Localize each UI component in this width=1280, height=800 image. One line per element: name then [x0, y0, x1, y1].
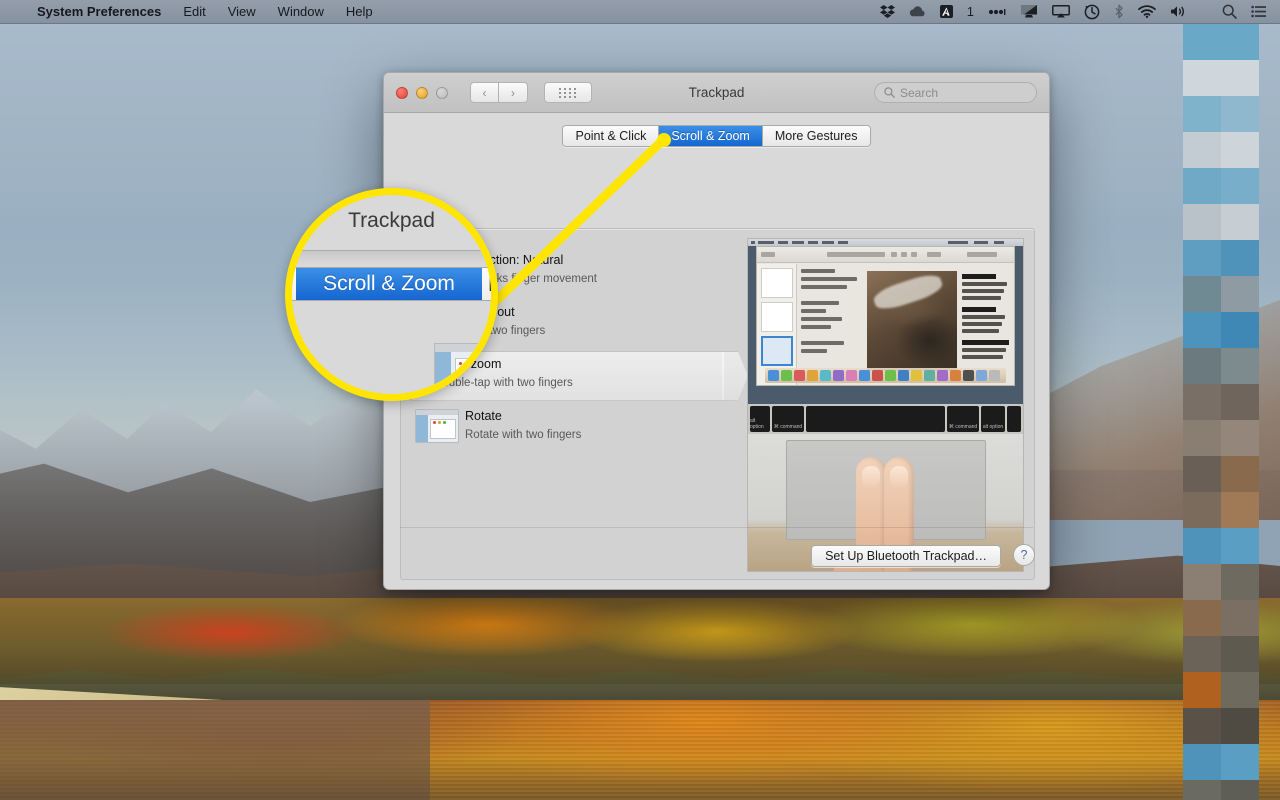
- airplay-icon[interactable]: [1045, 0, 1077, 24]
- magnified-titlebar-edge: [292, 250, 491, 264]
- magnified-window-title: Trackpad: [348, 209, 435, 232]
- demo-bike-photo: [867, 271, 957, 371]
- search-icon: [884, 87, 895, 98]
- forward-button[interactable]: ›: [499, 82, 528, 103]
- window-titlebar[interactable]: ‹ › Trackpad Search: [384, 73, 1049, 113]
- tab-point-and-click[interactable]: Point & Click: [563, 126, 660, 146]
- notification-count[interactable]: 1: [960, 0, 981, 24]
- key-arrow: [1007, 406, 1021, 432]
- zoom-button: [436, 86, 448, 99]
- demo-menubar: [748, 239, 1023, 246]
- wifi-icon[interactable]: [1131, 0, 1163, 24]
- key-option-right: alt option: [981, 406, 1005, 432]
- navigation-buttons: ‹ ›: [470, 82, 528, 103]
- tab-bar: Point & Click Scroll & Zoom More Gesture…: [384, 113, 1049, 159]
- spotlight-icon[interactable]: [1194, 0, 1244, 24]
- traffic-lights: [396, 86, 448, 99]
- tab-more-gestures[interactable]: More Gestures: [762, 126, 870, 146]
- wallpaper-lake-shadow: [0, 700, 430, 800]
- demo-browser-text-left: [801, 265, 863, 383]
- dropbox-icon[interactable]: [873, 0, 902, 24]
- rotate-thumbnail: [415, 409, 459, 443]
- volume-icon[interactable]: [1163, 0, 1194, 24]
- search-placeholder: Search: [900, 85, 939, 100]
- footer-divider: [400, 527, 1033, 528]
- window-footer: Set Up Bluetooth Trackpad… ?: [384, 527, 1049, 589]
- notification-center-icon[interactable]: [1244, 0, 1274, 24]
- search-field[interactable]: Search: [874, 82, 1037, 103]
- help-button[interactable]: ?: [1013, 544, 1035, 566]
- demo-browser-sidebar: [757, 264, 797, 385]
- key-command-left: ⌘ command: [772, 406, 804, 432]
- option-title: Rotate: [465, 409, 502, 423]
- demo-dock: [765, 368, 1006, 383]
- demo-browser-text-right: [962, 267, 1011, 383]
- close-button[interactable]: [396, 86, 408, 99]
- grid-icon: [559, 87, 577, 98]
- minimize-button[interactable]: [416, 86, 428, 99]
- gesture-demo-video[interactable]: alt option ⌘ command ⌘ command alt optio…: [747, 238, 1024, 572]
- key-command-right: ⌘ command: [947, 406, 979, 432]
- key-option-left: alt option: [750, 406, 770, 432]
- demo-keyboard-row: alt option ⌘ command ⌘ command alt optio…: [748, 404, 1023, 434]
- option-rotate[interactable]: Rotate Rotate with two fingers: [407, 401, 731, 453]
- cloud-icon[interactable]: [902, 0, 933, 24]
- show-all-button[interactable]: [544, 82, 592, 103]
- menu-bar: System Preferences Edit View Window Help…: [0, 0, 1280, 24]
- magnified-adjacent-text: N: [488, 273, 491, 297]
- option-subtitle: Rotate with two fingers: [465, 429, 582, 441]
- tab-scroll-and-zoom[interactable]: Scroll & Zoom: [659, 126, 763, 146]
- bluetooth-icon[interactable]: [1107, 0, 1131, 24]
- menu-item-edit[interactable]: Edit: [172, 0, 216, 24]
- display-icon[interactable]: [1013, 0, 1045, 24]
- magnified-thumbnail: [434, 343, 491, 394]
- set-up-bluetooth-trackpad-button[interactable]: Set Up Bluetooth Trackpad…: [811, 545, 1001, 567]
- demo-browser-toolbar: [757, 247, 1014, 263]
- back-button[interactable]: ‹: [470, 82, 499, 103]
- pixelated-overlay: [1183, 24, 1259, 800]
- time-machine-icon[interactable]: [1077, 0, 1107, 24]
- demo-browser-window: [756, 246, 1015, 386]
- demo-screen: [748, 239, 1023, 404]
- adobe-creative-cloud-icon[interactable]: [933, 0, 960, 24]
- magnified-tab-scroll-and-zoom[interactable]: Scroll & Zoom: [296, 268, 482, 300]
- ellipsis-icon[interactable]: [981, 0, 1013, 24]
- menu-item-window[interactable]: Window: [267, 0, 335, 24]
- menu-item-view[interactable]: View: [217, 0, 267, 24]
- menu-item-help[interactable]: Help: [335, 0, 384, 24]
- magnifier-callout: Trackpad Scroll & Zoom N: [285, 188, 498, 401]
- key-space: [806, 406, 945, 432]
- menu-item-system-preferences[interactable]: System Preferences: [26, 0, 172, 24]
